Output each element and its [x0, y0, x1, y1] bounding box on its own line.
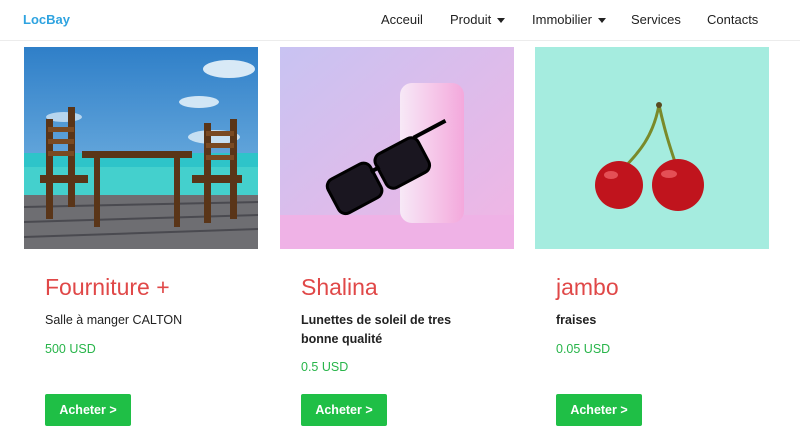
nav-item-contacts[interactable]: Contacts [707, 12, 758, 27]
product-description: Salle à manger CALTON [45, 313, 183, 327]
product-image-cherries [535, 47, 769, 249]
nav-item-services[interactable]: Services [631, 12, 681, 27]
caret-down-icon [497, 18, 506, 24]
product-card: Shalina Lunettes de soleil de tres bonne… [280, 47, 514, 426]
product-description: Lunettes de soleil de tres bonne qualité [301, 313, 452, 346]
product-card: jambo fraises 0.05 USD Acheter > [535, 47, 769, 426]
product-price: 0.5 USD [301, 360, 349, 374]
nav-item-immobilier[interactable]: Immobilier [532, 12, 606, 27]
nav-item-produit[interactable]: Produit [450, 12, 506, 27]
product-image-sunglasses [280, 47, 514, 249]
nav-item-immobilier-label: Immobilier [532, 12, 592, 27]
product-title: Fourniture + [45, 274, 170, 300]
buy-button[interactable]: Acheter > [45, 394, 131, 426]
nav-item-produit-label: Produit [450, 12, 492, 27]
product-title: jambo [556, 274, 619, 300]
brand-logo[interactable]: LocBay [23, 12, 70, 27]
buy-button[interactable]: Acheter > [301, 394, 387, 426]
product-card: Fourniture + Salle à manger CALTON 500 U… [24, 47, 258, 426]
buy-button[interactable]: Acheter > [556, 394, 642, 426]
product-image-patio-furniture [24, 47, 258, 249]
product-price: 500 USD [45, 342, 96, 356]
product-title: Shalina [301, 274, 378, 300]
nav-item-acceuil[interactable]: Acceuil [381, 12, 423, 27]
caret-down-icon [597, 18, 606, 24]
product-price: 0.05 USD [556, 342, 611, 356]
top-navbar: LocBay Acceuil Produit Immobilier Servic… [0, 0, 800, 41]
product-description: fraises [556, 313, 597, 327]
